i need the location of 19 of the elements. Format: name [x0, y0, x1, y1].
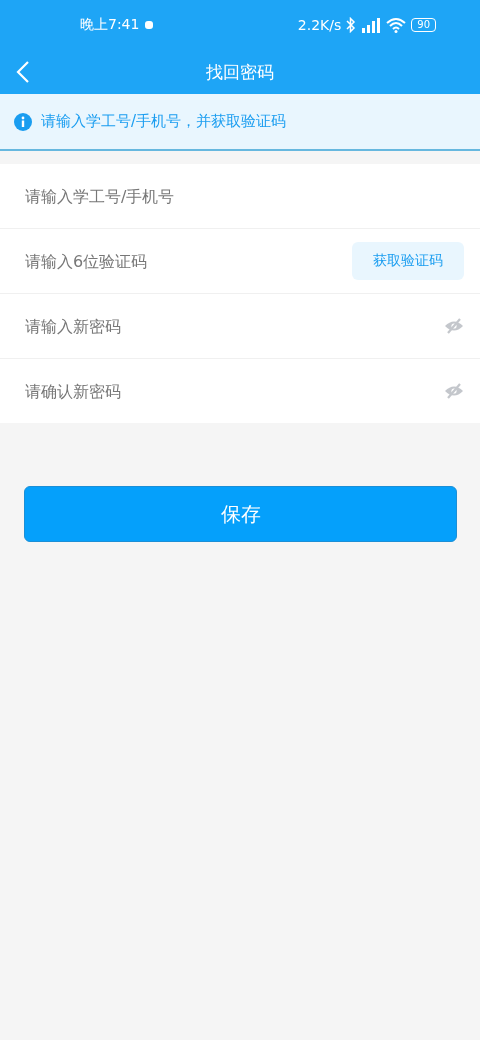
notification-icon [144, 20, 155, 30]
save-button[interactable]: 保存 [24, 486, 457, 542]
input-field[interactable]: 请输入学工号/手机号 [25, 180, 464, 212]
network-speed: 2.2K/s [297, 17, 342, 33]
input-field[interactable]: 请输入6位验证码 [25, 245, 352, 277]
info-icon [14, 112, 32, 131]
back-button[interactable] [16, 60, 30, 84]
battery-indicator: 90 [411, 18, 436, 32]
status-time: 晚上7:41 [80, 16, 140, 34]
notice-text: 请输入学工号/手机号，并获取验证码 [41, 112, 287, 131]
wifi-icon [386, 17, 407, 33]
bluetooth-icon [346, 17, 357, 33]
input-field[interactable]: 请确认新密码 [25, 375, 444, 407]
eye-slash-icon[interactable] [444, 318, 464, 334]
signal-icon [361, 17, 382, 33]
eye-slash-icon[interactable] [444, 383, 464, 399]
get-code-button[interactable]: 获取验证码 [352, 242, 464, 280]
input-field[interactable]: 请输入新密码 [25, 310, 444, 342]
page-title: 找回密码 [206, 60, 274, 84]
